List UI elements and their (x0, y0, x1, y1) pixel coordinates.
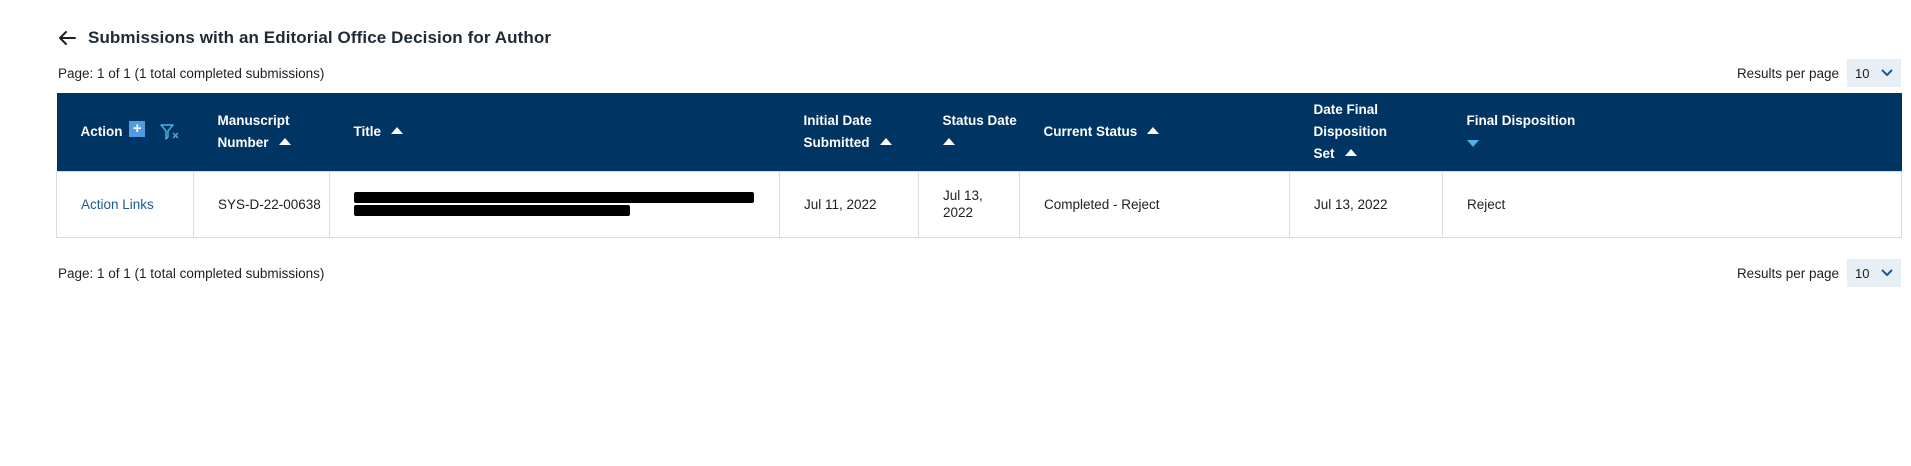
status-date-line1: Jul 13, (943, 188, 983, 203)
action-links-link[interactable]: Action Links (81, 197, 154, 212)
chevron-down-icon (1881, 269, 1893, 277)
sort-ascending-icon[interactable] (1147, 126, 1160, 134)
page-info: Page: 1 of 1 (1 total completed submissi… (58, 265, 325, 281)
page-info: Page: 1 of 1 (1 total completed submissi… (58, 65, 325, 81)
results-per-page-select[interactable]: 10 (1847, 259, 1901, 287)
sort-ascending-icon[interactable] (278, 137, 291, 145)
clear-filter-icon[interactable] (159, 123, 180, 141)
cell-title (329, 170, 780, 238)
final-set-header-line2: Set (1313, 145, 1335, 161)
final-set-header-line1: Date Final Disposition (1313, 101, 1388, 139)
chevron-down-icon (1881, 69, 1893, 77)
add-icon[interactable]: + (129, 121, 146, 138)
title-header-label: Title (353, 123, 382, 139)
column-manuscript-number[interactable]: Manuscript Number (194, 93, 330, 171)
action-header-label: Action (80, 123, 123, 139)
initial-date-header-line1: Initial Date (803, 112, 872, 128)
column-status-date[interactable]: Status Date (919, 93, 1020, 171)
redacted-title-line (354, 205, 630, 216)
page-title: Submissions with an Editorial Office Dec… (88, 28, 552, 47)
cell-final-disposition: Reject (1442, 170, 1902, 238)
column-final-disposition[interactable]: Final Disposition (1443, 93, 1902, 171)
results-per-page: Results per page 10 (1737, 59, 1901, 87)
table-row: Action Links SYS-D-22-00638 Jul 11, 2022… (56, 170, 1902, 238)
sort-ascending-icon[interactable] (942, 137, 955, 145)
cell-status-date: Jul 13, 2022 (918, 170, 1020, 238)
table-header-row: Action + Manuscript Number Title Initial… (56, 93, 1902, 171)
submissions-table: Action + Manuscript Number Title Initial… (56, 93, 1902, 238)
arrow-left-icon[interactable] (56, 27, 78, 49)
initial-date-header-line2: Submitted (803, 134, 870, 150)
pagination-top: Page: 1 of 1 (1 total completed submissi… (58, 58, 1901, 88)
page-header: Submissions with an Editorial Office Dec… (56, 26, 551, 50)
cell-action: Action Links (56, 170, 194, 238)
status-date-header-label: Status Date (942, 112, 1017, 128)
results-per-page-select[interactable]: 10 (1847, 59, 1901, 87)
cell-current-status: Completed - Reject (1019, 170, 1290, 238)
current-status-header-label: Current Status (1043, 123, 1138, 139)
column-current-status[interactable]: Current Status (1020, 93, 1290, 171)
final-disposition-header-label: Final Disposition (1466, 112, 1576, 128)
results-per-page: Results per page 10 (1737, 259, 1901, 287)
column-action: Action + (57, 93, 194, 171)
column-date-final-disposition-set[interactable]: Date Final Disposition Set (1290, 93, 1443, 171)
results-per-page-value: 10 (1855, 65, 1870, 81)
column-initial-date-submitted[interactable]: Initial Date Submitted (780, 93, 919, 171)
column-title[interactable]: Title (330, 93, 780, 171)
manuscript-header-line1: Manuscript (217, 112, 290, 128)
status-date-line2: 2022 (943, 205, 974, 220)
manuscript-header-line2: Number (217, 134, 269, 150)
sort-ascending-icon[interactable] (1344, 148, 1357, 156)
results-per-page-label: Results per page (1736, 265, 1839, 281)
redacted-title-line (354, 192, 754, 203)
pagination-bottom: Page: 1 of 1 (1 total completed submissi… (58, 258, 1901, 288)
sort-ascending-icon[interactable] (391, 126, 404, 134)
sort-descending-icon[interactable] (1466, 139, 1479, 147)
results-per-page-value: 10 (1855, 265, 1870, 281)
cell-initial-date: Jul 11, 2022 (779, 170, 919, 238)
results-per-page-label: Results per page (1736, 65, 1839, 81)
cell-manuscript-number: SYS-D-22-00638 (193, 170, 330, 238)
cell-final-disposition-set: Jul 13, 2022 (1289, 170, 1443, 238)
sort-ascending-icon[interactable] (879, 137, 892, 145)
